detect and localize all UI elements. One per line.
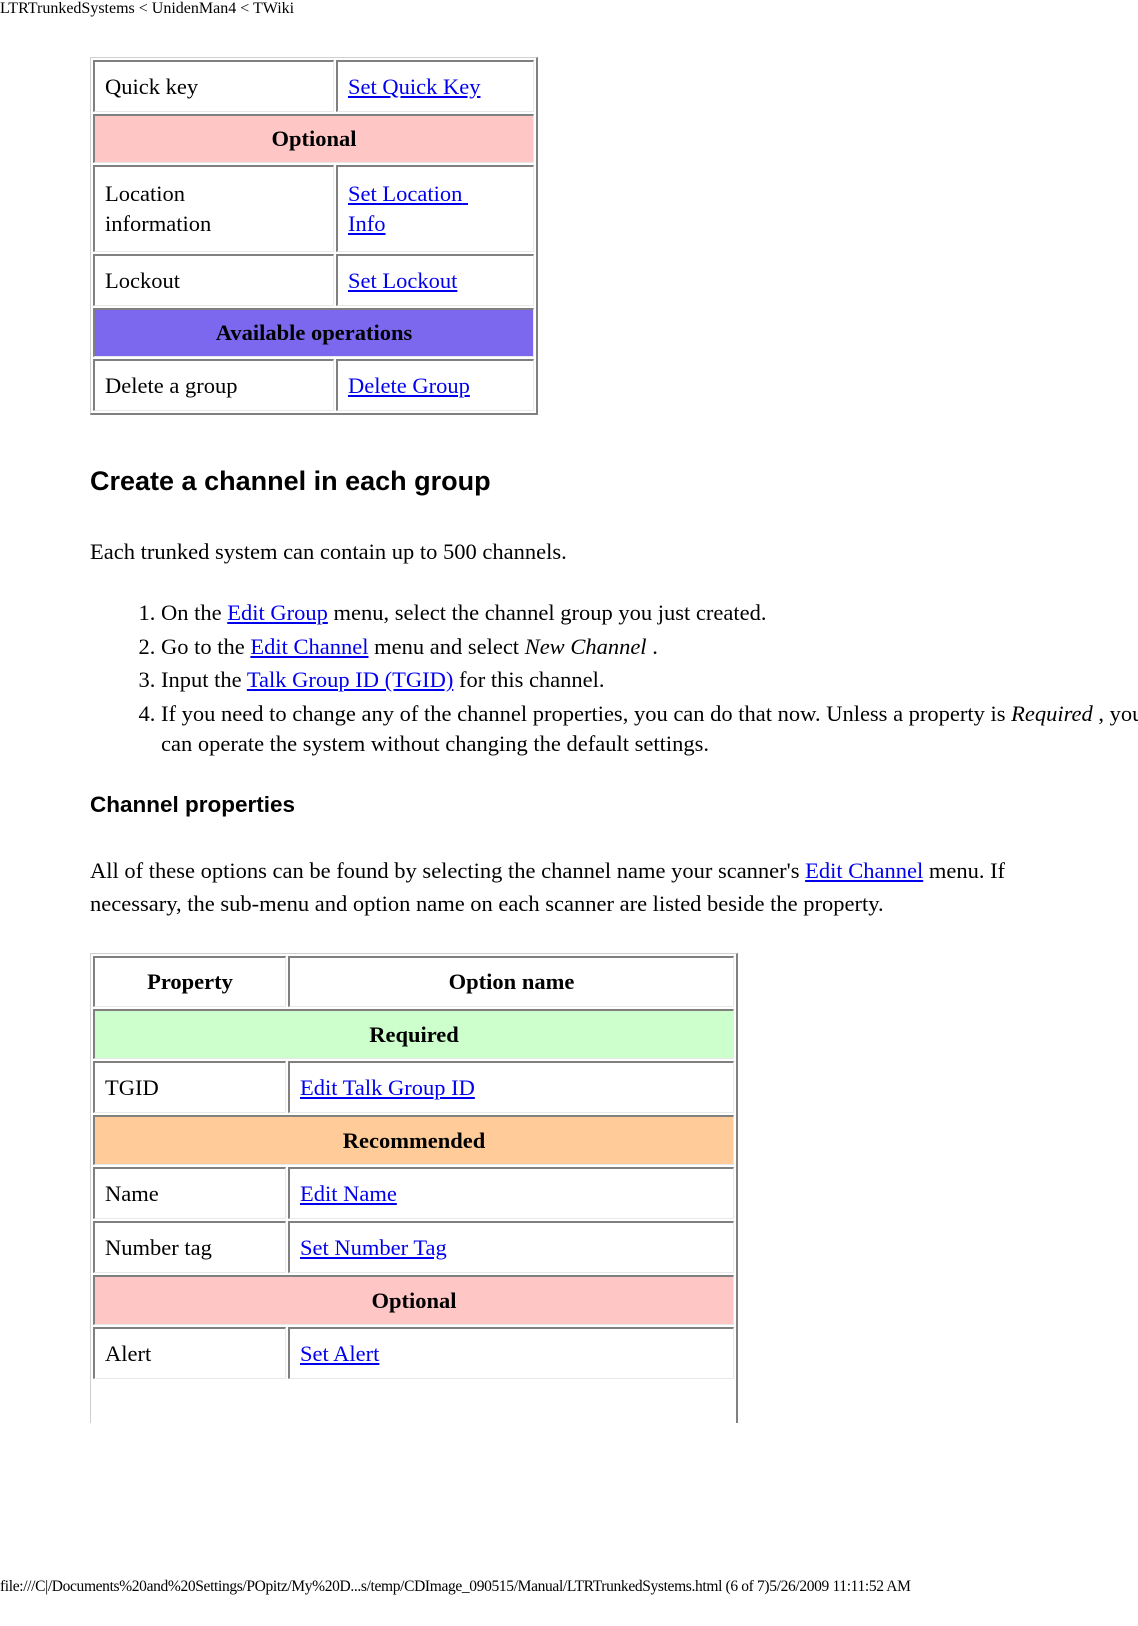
list-item: Go to the Edit Channel menu and select N… <box>161 632 1138 662</box>
set-quick-key-link[interactable]: Set Quick Key <box>348 74 480 99</box>
table-row: Alert Set Alert <box>93 1327 734 1379</box>
create-channel-steps: On the Edit Group menu, select the chann… <box>90 598 1138 762</box>
section-row: Required <box>93 1009 734 1059</box>
section-row: Available operations <box>93 308 534 357</box>
set-location-info-link[interactable]: Set Location Info <box>348 181 468 236</box>
table-row: Delete a group Delete Group <box>93 359 534 411</box>
option-cell: Set Quick Key <box>336 60 534 112</box>
option-cell: Delete Group <box>336 359 534 411</box>
page-title: LTRTrunkedSystems < UnidenMan4 < TWiki <box>0 0 295 17</box>
property-cell: Quick key <box>93 60 334 112</box>
list-item: Input the Talk Group ID (TGID) for this … <box>161 665 1138 695</box>
section-header-optional: Optional <box>93 1275 734 1325</box>
edit-channel-link[interactable]: Edit Channel <box>250 634 368 659</box>
section-heading-create-channel: Create a channel in each group <box>90 466 491 496</box>
property-label: Location information <box>105 181 212 236</box>
empty-cell <box>93 1381 734 1421</box>
section-header-available-operations: Available operations <box>93 308 534 357</box>
property-cell: Alert <box>93 1327 286 1379</box>
option-cell: Edit Talk Group ID <box>288 1061 734 1113</box>
edit-group-link[interactable]: Edit Group <box>227 600 328 625</box>
section-header-required: Required <box>93 1009 734 1059</box>
property-cell: Location information <box>93 165 334 252</box>
table-row: Location information Set Location Info <box>93 165 534 252</box>
create-channel-intro: Each trunked system can contain up to 50… <box>90 539 567 564</box>
set-alert-link[interactable]: Set Alert <box>300 1341 379 1366</box>
section-row: Optional <box>93 114 534 163</box>
section-heading-channel-properties: Channel properties <box>90 792 296 817</box>
list-item: On the Edit Group menu, select the chann… <box>161 598 1138 628</box>
option-cell: Set Lockout <box>336 254 534 306</box>
table-row: TGID Edit Talk Group ID <box>93 1061 734 1113</box>
edit-channel-link-2[interactable]: Edit Channel <box>805 858 923 883</box>
delete-group-link[interactable]: Delete Group <box>348 373 470 398</box>
edit-name-link[interactable]: Edit Name <box>300 1181 397 1206</box>
property-cell: Number tag <box>93 1221 286 1273</box>
property-cell: Lockout <box>93 254 334 306</box>
group-properties-table: Quick key Set Quick Key Optional Locatio… <box>90 57 538 415</box>
column-header-property: Property <box>93 956 286 1007</box>
channel-properties-table: Property Option name Required TGID Edit … <box>90 953 738 1423</box>
table-continuation <box>93 1381 734 1421</box>
edit-talk-group-id-link[interactable]: Edit Talk Group ID <box>300 1075 475 1100</box>
option-cell: Set Number Tag <box>288 1221 734 1273</box>
channel-properties-intro: All of these options can be found by sel… <box>90 858 1006 916</box>
section-row: Recommended <box>93 1115 734 1165</box>
page-footer-url: file:///C|/Documents%20and%20Settings/PO… <box>0 1578 911 1595</box>
table-row: Name Edit Name <box>93 1167 734 1219</box>
property-cell: Name <box>93 1167 286 1219</box>
section-header-optional: Optional <box>93 114 534 163</box>
option-cell: Set Alert <box>288 1327 734 1379</box>
set-lockout-link[interactable]: Set Lockout <box>348 268 457 293</box>
table-row: Lockout Set Lockout <box>93 254 534 306</box>
table-header-row: Property Option name <box>93 956 734 1007</box>
property-cell: Delete a group <box>93 359 334 411</box>
property-cell: TGID <box>93 1061 286 1113</box>
list-item: If you need to change any of the channel… <box>161 699 1138 759</box>
column-header-option-name: Option name <box>288 956 734 1007</box>
section-row: Optional <box>93 1275 734 1325</box>
table-row: Number tag Set Number Tag <box>93 1221 734 1273</box>
talk-group-id-link[interactable]: Talk Group ID (TGID) <box>247 667 454 692</box>
option-cell: Set Location Info <box>336 165 534 252</box>
option-cell: Edit Name <box>288 1167 734 1219</box>
set-number-tag-link[interactable]: Set Number Tag <box>300 1235 447 1260</box>
table-row: Quick key Set Quick Key <box>93 60 534 112</box>
section-header-recommended: Recommended <box>93 1115 734 1165</box>
